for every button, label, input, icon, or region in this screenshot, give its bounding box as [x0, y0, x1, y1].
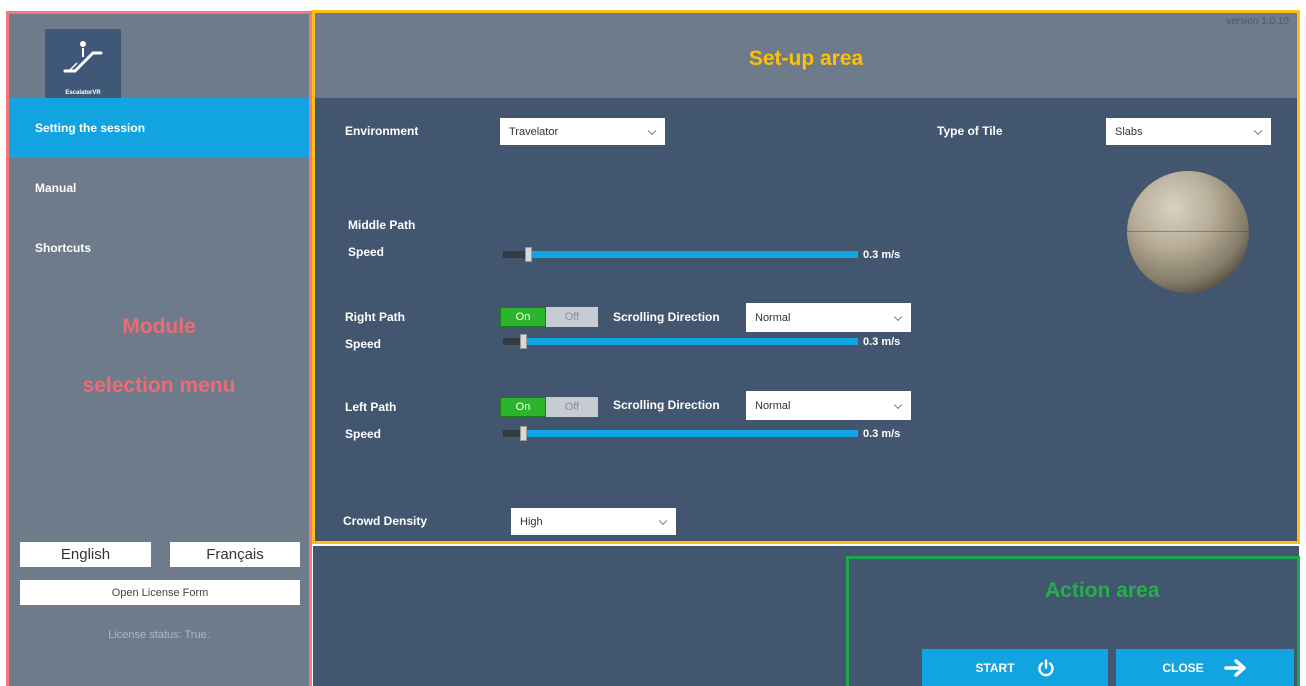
setup-area-frame [312, 10, 1300, 544]
action-area-frame [846, 556, 1300, 686]
module-menu-frame [6, 11, 312, 686]
